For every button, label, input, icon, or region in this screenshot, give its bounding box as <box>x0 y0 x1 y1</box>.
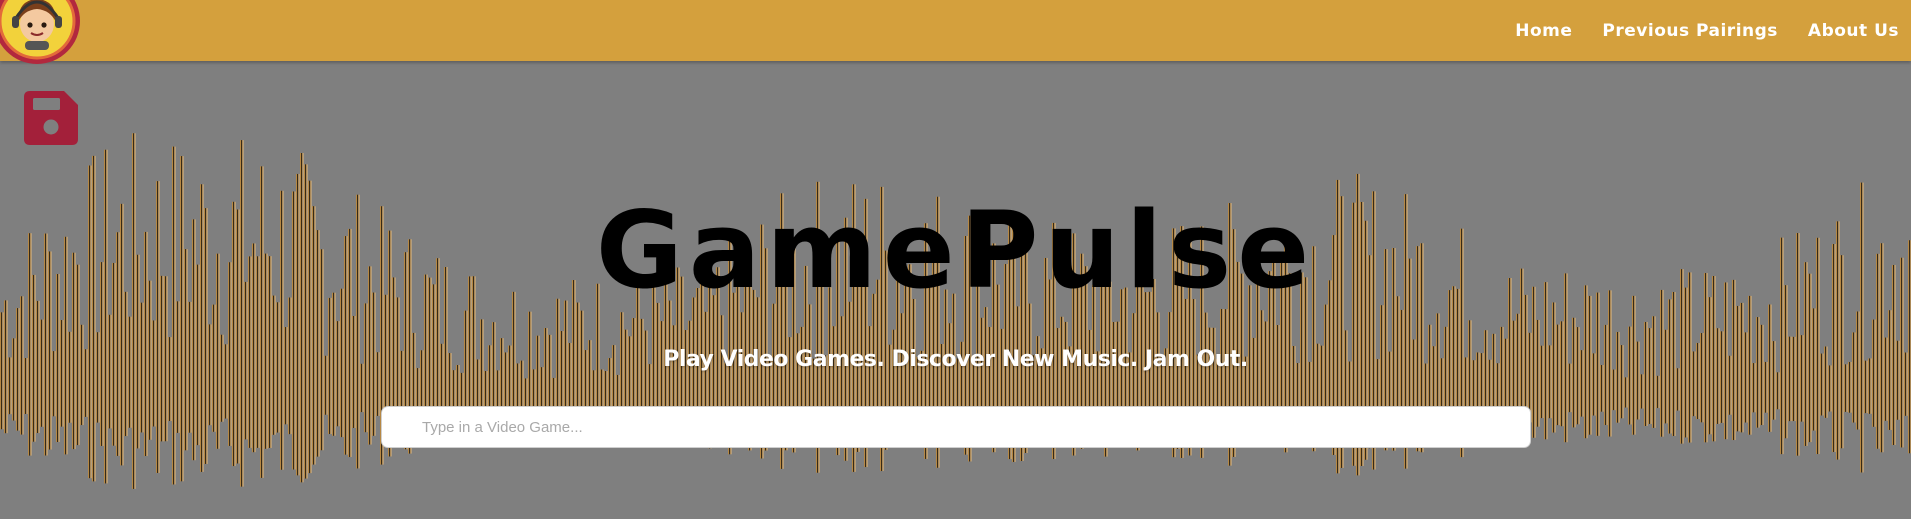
soundwave-bar <box>1676 368 1680 411</box>
soundwave-bar <box>600 369 604 411</box>
soundwave-bar <box>540 367 544 411</box>
soundwave-bar <box>1576 327 1580 425</box>
soundwave-bar <box>1556 324 1560 426</box>
soundwave-bar <box>1664 329 1668 424</box>
soundwave-bar <box>1560 321 1564 427</box>
soundwave-bar <box>496 370 500 410</box>
soundwave-bar <box>1600 365 1604 412</box>
nav-link-about-us[interactable]: About Us <box>1808 21 1899 41</box>
video-game-search-input[interactable] <box>381 406 1531 448</box>
tagline: Play Video Games. Discover New Music. Ja… <box>663 347 1248 372</box>
soundwave-bar <box>96 332 100 423</box>
page-title: GamePulse <box>595 189 1316 312</box>
site-logo[interactable] <box>0 0 80 64</box>
soundwave-bar <box>616 374 620 409</box>
soundwave-bar <box>604 370 608 410</box>
soundwave-bar <box>1616 331 1620 423</box>
soundwave-bar <box>1640 374 1644 409</box>
soundwave-bar <box>1776 372 1780 410</box>
soundwave-bar <box>1612 369 1616 411</box>
soundwave-bar <box>336 321 340 427</box>
soundwave-bar <box>60 320 64 427</box>
soundwave-bar <box>208 324 212 426</box>
soundwave-bar <box>132 133 136 489</box>
soundwave-bar <box>1744 332 1748 423</box>
soundwave-bar <box>1572 317 1576 428</box>
soundwave-bar <box>1828 365 1832 412</box>
soundwave-bar <box>1644 321 1648 427</box>
soundwave-bar <box>1652 316 1656 428</box>
soundwave-bar <box>1628 326 1632 425</box>
soundwave-bar <box>1536 319 1540 427</box>
soundwave-bar <box>1872 319 1876 427</box>
floppy-disk-icon[interactable] <box>24 91 78 145</box>
soundwave-bar <box>452 370 456 410</box>
soundwave-bar <box>40 319 44 427</box>
soundwave-bar <box>484 370 488 410</box>
soundwave-bar <box>1760 324 1764 426</box>
soundwave-bar <box>416 368 420 411</box>
soundwave-bar <box>532 369 536 411</box>
soundwave-bar <box>128 316 132 428</box>
soundwave-bar <box>456 365 460 412</box>
soundwave-bar <box>240 140 244 487</box>
soundwave-bar <box>1716 328 1720 424</box>
soundwave-bar <box>592 370 596 410</box>
soundwave-bar <box>524 378 528 408</box>
soundwave-bar <box>1720 331 1724 423</box>
nav-link-home[interactable]: Home <box>1515 21 1572 41</box>
gamer-mascot-icon <box>0 0 76 60</box>
nav-link-previous-pairings[interactable]: Previous Pairings <box>1602 21 1778 41</box>
soundwave-bar <box>1656 375 1660 409</box>
soundwave-bar <box>1852 332 1856 423</box>
soundwave-bar <box>1624 377 1628 408</box>
soundwave-bar <box>80 324 84 426</box>
soundwave-bar <box>68 331 72 423</box>
soundwave-bar <box>1604 324 1608 426</box>
soundwave-bar <box>1756 317 1760 428</box>
soundwave-bar <box>552 377 556 408</box>
soundwave-bar <box>1648 328 1652 424</box>
soundwave-bar <box>152 320 156 427</box>
soundwave-bar <box>460 372 464 410</box>
top-navbar: Home Previous Pairings About Us <box>0 0 1911 61</box>
nav-links: Home Previous Pairings About Us <box>1515 0 1911 61</box>
soundwave-bar <box>284 327 288 425</box>
